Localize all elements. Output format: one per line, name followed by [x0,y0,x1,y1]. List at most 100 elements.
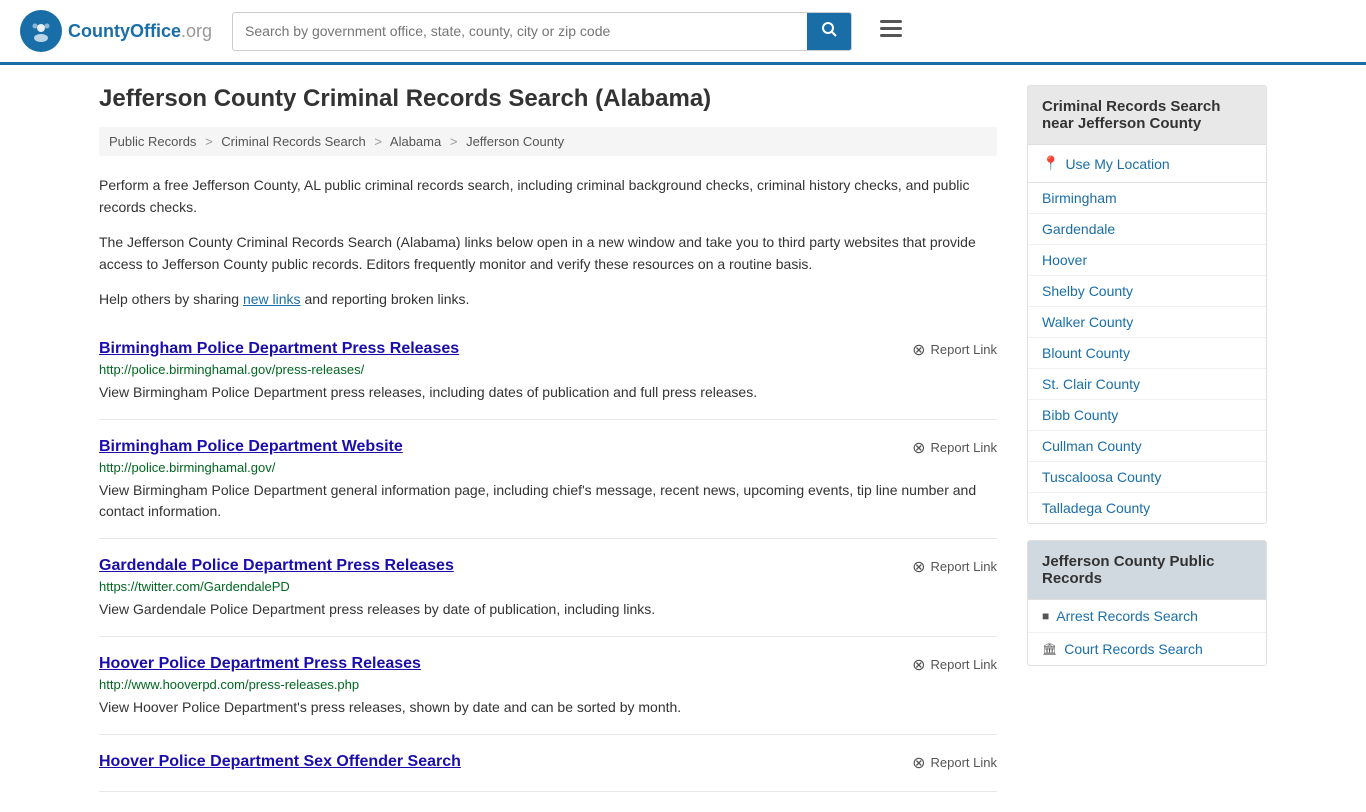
nearby-link[interactable]: Gardendale [1042,221,1115,237]
result-header: Gardendale Police Department Press Relea… [99,557,997,579]
pub-record-icon: 🏛 [1042,642,1057,656]
nearby-link-item: Shelby County [1028,276,1266,307]
breadcrumb-jefferson-county[interactable]: Jefferson County [466,134,564,149]
report-label: Report Link [931,440,997,455]
nearby-section-title: Criminal Records Search near Jefferson C… [1028,86,1266,145]
use-my-location[interactable]: 📍 Use My Location [1028,145,1266,183]
nearby-link-item: Birmingham [1028,183,1266,214]
menu-button[interactable] [880,18,902,44]
nearby-link[interactable]: Bibb County [1042,407,1118,423]
result-header: Birmingham Police Department Press Relea… [99,340,997,362]
nearby-link[interactable]: Talladega County [1042,500,1150,516]
result-desc: View Birmingham Police Department genera… [99,480,997,522]
nearby-link-item: Blount County [1028,338,1266,369]
result-header: Hoover Police Department Sex Offender Se… [99,753,997,775]
report-link[interactable]: ⊗ Report Link [912,753,997,773]
page-title: Jefferson County Criminal Records Search… [99,85,997,113]
breadcrumb-sep-3: > [450,134,458,149]
nearby-link-item: Tuscaloosa County [1028,462,1266,493]
nearby-link[interactable]: Tuscaloosa County [1042,469,1161,485]
report-link[interactable]: ⊗ Report Link [912,340,997,360]
result-url: http://police.birminghamal.gov/ [99,460,997,475]
hamburger-icon [880,20,902,38]
result-url: http://www.hooverpd.com/press-releases.p… [99,677,997,692]
result-item: Birmingham Police Department Website ⊗ R… [99,420,997,539]
nearby-link-item: Bibb County [1028,400,1266,431]
nearby-links: Birmingham Gardendale Hoover Shelby County W… [1028,183,1266,523]
pub-record-link[interactable]: Arrest Records Search [1056,608,1198,624]
report-label: Report Link [931,559,997,574]
use-location-label: Use My Location [1065,156,1169,172]
result-title[interactable]: Gardendale Police Department Press Relea… [99,557,454,575]
nearby-link[interactable]: Cullman County [1042,438,1142,454]
nearby-link-item: St. Clair County [1028,369,1266,400]
nearby-link-item: Hoover [1028,245,1266,276]
result-header: Hoover Police Department Press Releases … [99,655,997,677]
result-desc: View Hoover Police Department's press re… [99,697,997,718]
result-item: Birmingham Police Department Press Relea… [99,322,997,420]
logo-text: CountyOffice.org [68,21,212,42]
public-records-links: ■ Arrest Records Search 🏛 Court Records Sea… [1028,600,1266,665]
report-icon: ⊗ [912,655,925,675]
breadcrumb-alabama[interactable]: Alabama [390,134,441,149]
result-item: Hoover Police Department Sex Offender Se… [99,735,997,792]
result-desc: View Gardendale Police Department press … [99,599,997,620]
sidebar: Criminal Records Search near Jefferson C… [1027,85,1267,792]
nearby-link[interactable]: Walker County [1042,314,1133,330]
public-records-title: Jefferson County Public Records [1028,541,1266,600]
report-label: Report Link [931,342,997,357]
result-url: http://police.birminghamal.gov/press-rel… [99,362,997,377]
report-label: Report Link [931,657,997,672]
result-title[interactable]: Hoover Police Department Press Releases [99,655,421,673]
logo[interactable]: CountyOffice.org [20,10,212,52]
report-icon: ⊗ [912,753,925,773]
nearby-link-item: Gardendale [1028,214,1266,245]
nearby-link[interactable]: Hoover [1042,252,1087,268]
report-icon: ⊗ [912,438,925,458]
breadcrumb-public-records[interactable]: Public Records [109,134,196,149]
nearby-section: Criminal Records Search near Jefferson C… [1027,85,1267,524]
nearby-link-item: Walker County [1028,307,1266,338]
nearby-link[interactable]: St. Clair County [1042,376,1140,392]
nearby-link-item: Cullman County [1028,431,1266,462]
search-icon [821,21,837,37]
breadcrumb-sep-2: > [374,134,382,149]
result-url: https://twitter.com/GardendalePD [99,579,997,594]
search-button[interactable] [807,13,851,50]
desc-3-suffix: and reporting broken links. [301,291,470,307]
pub-record-item: 🏛 Court Records Search [1028,633,1266,665]
results-container: Birmingham Police Department Press Relea… [99,322,997,792]
description-2: The Jefferson County Criminal Records Se… [99,231,997,276]
report-link[interactable]: ⊗ Report Link [912,557,997,577]
logo-svg [28,18,54,44]
logo-icon [20,10,62,52]
pub-record-icon: ■ [1042,609,1049,623]
breadcrumb-criminal-records[interactable]: Criminal Records Search [221,134,366,149]
report-link[interactable]: ⊗ Report Link [912,655,997,675]
main-content: Jefferson County Criminal Records Search… [99,85,997,792]
desc-3-prefix: Help others by sharing [99,291,243,307]
result-title[interactable]: Hoover Police Department Sex Offender Se… [99,753,461,771]
description-3: Help others by sharing new links and rep… [99,288,997,310]
search-bar [232,12,852,51]
result-title[interactable]: Birmingham Police Department Website [99,438,403,456]
report-icon: ⊗ [912,557,925,577]
new-links-link[interactable]: new links [243,291,301,307]
report-link[interactable]: ⊗ Report Link [912,438,997,458]
search-input[interactable] [233,15,807,47]
nearby-link[interactable]: Birmingham [1042,190,1117,206]
breadcrumb-sep-1: > [205,134,213,149]
report-label: Report Link [931,755,997,770]
pub-record-link[interactable]: Court Records Search [1064,641,1203,657]
pin-icon: 📍 [1042,155,1059,172]
nearby-link[interactable]: Blount County [1042,345,1130,361]
result-title[interactable]: Birmingham Police Department Press Relea… [99,340,459,358]
nearby-link-item: Talladega County [1028,493,1266,523]
pub-record-item: ■ Arrest Records Search [1028,600,1266,633]
result-item: Gardendale Police Department Press Relea… [99,539,997,637]
report-icon: ⊗ [912,340,925,360]
nearby-link[interactable]: Shelby County [1042,283,1133,299]
result-desc: View Birmingham Police Department press … [99,382,997,403]
result-item: Hoover Police Department Press Releases … [99,637,997,735]
result-header: Birmingham Police Department Website ⊗ R… [99,438,997,460]
